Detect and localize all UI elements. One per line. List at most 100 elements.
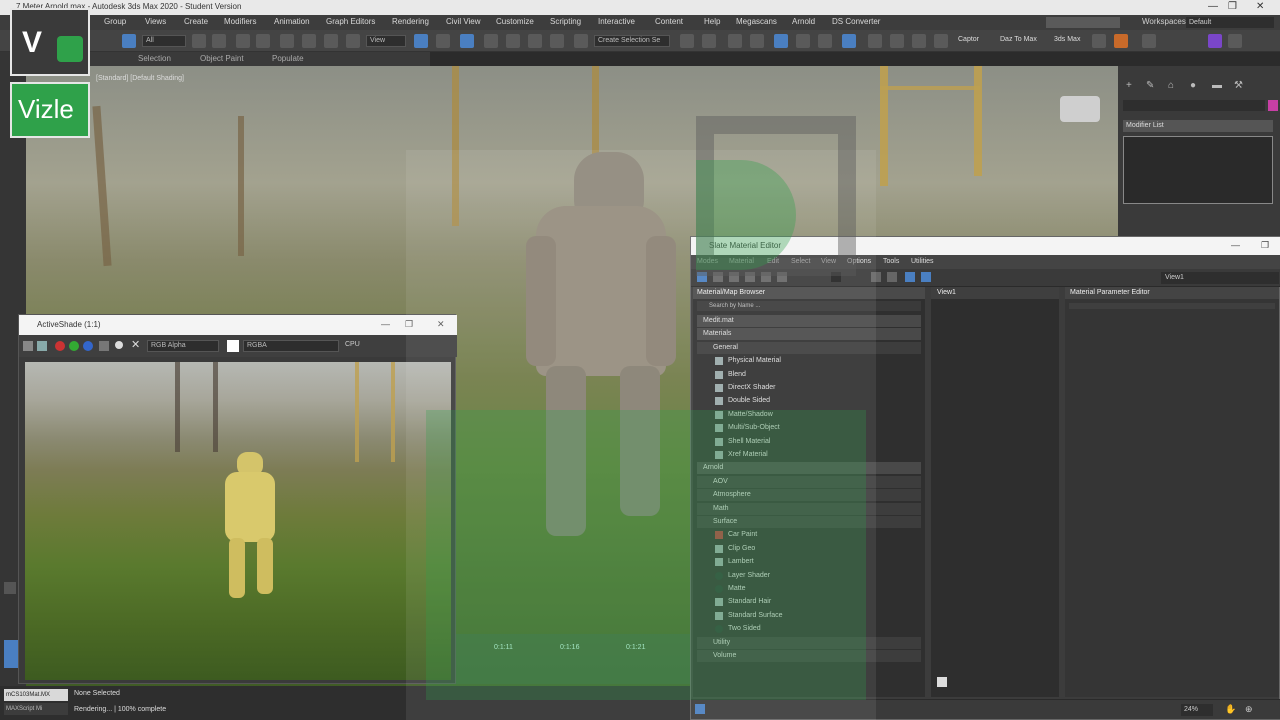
toggle-ribbon-icon[interactable] — [774, 34, 788, 48]
ribbon-tab-populate[interactable]: Populate — [272, 54, 304, 63]
viewport-label[interactable]: [Standard] [Default Shading] — [96, 75, 184, 82]
red-channel-icon[interactable] — [55, 341, 65, 351]
menu-help[interactable]: Help — [704, 17, 720, 26]
pan-icon[interactable]: ✋ — [1225, 704, 1236, 715]
close-button[interactable]: ✕ — [1256, 1, 1264, 12]
render-production-icon[interactable] — [912, 34, 926, 48]
menu-group[interactable]: Group — [104, 17, 126, 26]
rendered-frame-window-icon[interactable] — [890, 34, 904, 48]
navigator-icon[interactable] — [937, 677, 947, 687]
display-dropdown[interactable]: RGBA — [243, 340, 339, 352]
menu-arnold[interactable]: Arnold — [792, 17, 815, 26]
menu-create[interactable]: Create — [184, 17, 208, 26]
select-object-button[interactable] — [122, 34, 136, 48]
object-color-swatch[interactable] — [1268, 100, 1278, 111]
layout-children-icon[interactable] — [887, 272, 897, 282]
scale-icon[interactable] — [324, 34, 338, 48]
daz-to-max-button[interactable]: Daz To Max — [1000, 36, 1037, 43]
menu-rendering[interactable]: Rendering — [392, 17, 429, 26]
hierarchy-tab-icon[interactable]: ⌂ — [1168, 80, 1180, 92]
angle-snap-icon[interactable] — [506, 34, 520, 48]
menu-customize[interactable]: Customize — [496, 17, 534, 26]
percent-snap-icon[interactable] — [528, 34, 542, 48]
named-selection-dropdown[interactable]: Create Selection Se — [594, 35, 670, 47]
render-setup-icon[interactable] — [868, 34, 882, 48]
edit-named-selection-icon[interactable] — [574, 34, 588, 48]
param-editor-scroll[interactable] — [1069, 303, 1275, 309]
parameter-editor-toggle[interactable] — [921, 272, 931, 282]
snaps-toggle-icon[interactable] — [484, 34, 498, 48]
object-name-field[interactable] — [1123, 100, 1265, 111]
pivot-icon[interactable] — [414, 34, 428, 48]
sidebar-toggle-icon[interactable] — [4, 582, 16, 594]
toggle-scene-explorer-icon[interactable] — [728, 34, 742, 48]
clear-icon[interactable]: ✕ — [131, 338, 140, 351]
maxscript-mini-field[interactable]: MAXScript Mi — [4, 703, 68, 715]
utilities-tab-icon[interactable]: ⚒ — [1234, 80, 1246, 92]
rect-select-icon[interactable] — [236, 34, 250, 48]
channel-dropdown[interactable]: RGB Alpha — [147, 340, 219, 352]
menu-modifiers[interactable]: Modifiers — [224, 17, 256, 26]
menu-interactive[interactable]: Interactive — [598, 17, 635, 26]
3dsmax-button[interactable]: 3ds Max — [1054, 36, 1080, 43]
maximize-button[interactable]: ❐ — [1228, 1, 1237, 12]
curve-editor-icon[interactable] — [796, 34, 810, 48]
alpha-channel-icon[interactable] — [99, 341, 109, 351]
mirror-icon[interactable] — [680, 34, 694, 48]
sidebar-scroll-handle[interactable] — [4, 640, 18, 668]
place-icon[interactable] — [346, 34, 360, 48]
window-crossing-icon[interactable] — [256, 34, 270, 48]
purple-tool-icon[interactable] — [1208, 34, 1222, 48]
selection-filter-dropdown[interactable]: All — [142, 35, 186, 47]
render-in-cloud-icon[interactable] — [934, 34, 948, 48]
node-view-tab[interactable]: View1 — [931, 287, 1059, 299]
node-view[interactable]: View1 — [931, 287, 1059, 697]
menu-civil-view[interactable]: Civil View — [446, 17, 481, 26]
slate-menu-utilities[interactable]: Utilities — [911, 258, 934, 265]
captor-button[interactable]: Captor — [958, 36, 979, 43]
menu-graph-editors[interactable]: Graph Editors — [326, 17, 375, 26]
activeshade-minimize[interactable]: — — [381, 319, 390, 329]
spinner-snap-icon[interactable] — [550, 34, 564, 48]
select-manipulate-icon[interactable] — [436, 34, 450, 48]
workspaces-dropdown[interactable]: Default — [1186, 17, 1274, 28]
color-swatch[interactable] — [227, 340, 239, 352]
blue-channel-icon[interactable] — [83, 341, 93, 351]
ribbon-tab-selection[interactable]: Selection — [138, 54, 171, 63]
minimize-button[interactable]: — — [1208, 1, 1218, 12]
arnold-render-icon[interactable] — [1114, 34, 1128, 48]
modifier-list-dropdown[interactable]: Modifier List — [1123, 120, 1273, 132]
viewcube-icon[interactable] — [1060, 96, 1100, 122]
green-channel-icon[interactable] — [69, 341, 79, 351]
align-icon[interactable] — [702, 34, 716, 48]
copy-image-icon[interactable] — [37, 341, 47, 351]
modify-tab-icon[interactable]: ✎ — [1146, 80, 1158, 92]
play-icon[interactable] — [1228, 34, 1242, 48]
menu-ds-converter[interactable]: DS Converter — [832, 17, 880, 26]
display-tab-icon[interactable]: ▬ — [1212, 80, 1224, 92]
material-map-browser-toggle[interactable] — [905, 272, 915, 282]
view-tab-dropdown[interactable]: View1 — [1161, 272, 1279, 284]
create-tab-icon[interactable]: + — [1126, 80, 1138, 92]
motion-tab-icon[interactable]: ● — [1190, 80, 1202, 92]
user-account-field[interactable] — [1046, 17, 1120, 28]
maxscript-listener-field[interactable]: mCS103Mat.MX — [4, 689, 68, 701]
keyboard-shortcut-icon[interactable] — [460, 34, 474, 48]
menu-content[interactable]: Content — [655, 17, 683, 26]
schematic-view-icon[interactable] — [818, 34, 832, 48]
rotate-icon[interactable] — [302, 34, 316, 48]
menu-animation[interactable]: Animation — [274, 17, 310, 26]
select-icon[interactable] — [192, 34, 206, 48]
select-by-name-icon[interactable] — [212, 34, 226, 48]
move-icon[interactable] — [280, 34, 294, 48]
menu-scripting[interactable]: Scripting — [550, 17, 581, 26]
slate-maximize[interactable]: ❐ — [1261, 240, 1269, 251]
reference-coord-dropdown[interactable]: View — [366, 35, 406, 47]
material-editor-icon[interactable] — [842, 34, 856, 48]
zoom-field[interactable]: 24% — [1181, 704, 1213, 716]
mono-icon[interactable] — [115, 341, 123, 349]
grid-icon[interactable] — [1092, 34, 1106, 48]
slate-minimize[interactable]: — — [1231, 240, 1240, 250]
toggle-layer-explorer-icon[interactable] — [750, 34, 764, 48]
save-image-icon[interactable] — [23, 341, 33, 351]
